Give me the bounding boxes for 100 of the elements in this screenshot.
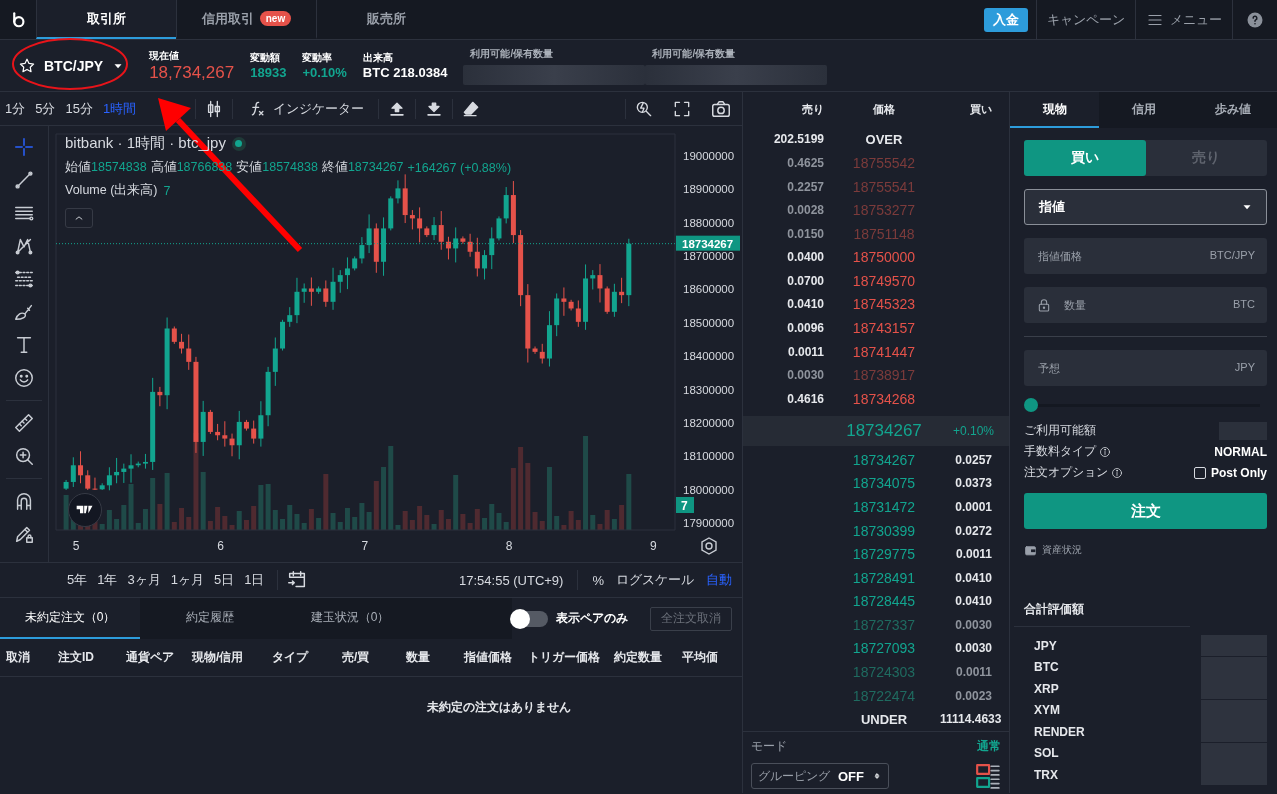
ask-price[interactable]: 18750000 bbox=[828, 249, 940, 266]
stat-label: 出来高 bbox=[362, 51, 394, 65]
scale-option[interactable]: % bbox=[586, 572, 610, 588]
side-toggle[interactable]: 買い bbox=[1024, 140, 1146, 176]
assets-link[interactable]: 資産状況 bbox=[1042, 543, 1082, 557]
orders-tab[interactable]: 建玉状況（0） bbox=[280, 598, 420, 639]
zoom-in-icon[interactable] bbox=[13, 445, 35, 467]
scale-option[interactable]: 自動 bbox=[700, 571, 738, 589]
bid-price[interactable]: 18729775 bbox=[828, 546, 940, 563]
campaign-link[interactable]: キャンペーン bbox=[1036, 0, 1135, 39]
ask-amount: 0.0700 bbox=[786, 273, 825, 288]
trend-line-icon[interactable] bbox=[13, 169, 35, 191]
updown-icon bbox=[872, 771, 882, 781]
column-header: 売/買 bbox=[342, 649, 371, 666]
bid-price[interactable]: 18734267 bbox=[828, 451, 940, 468]
column-header: 買い bbox=[969, 102, 993, 118]
volume-badge: 7 bbox=[676, 497, 694, 513]
stat-value: +0.10% bbox=[302, 65, 347, 80]
mode-label: モード bbox=[751, 738, 787, 755]
range-button[interactable]: 1年 bbox=[92, 571, 123, 589]
price-axis-label: 17900000 bbox=[683, 517, 735, 529]
bid-amount: 0.0257 bbox=[954, 452, 993, 467]
ask-amount: 0.4625 bbox=[786, 156, 825, 170]
ask-total: 202.5199 bbox=[772, 132, 825, 147]
range-button[interactable]: 1ヶ月 bbox=[165, 571, 209, 589]
bid-price[interactable]: 18727093 bbox=[828, 640, 940, 657]
interval-tab[interactable]: 1時間 bbox=[97, 99, 142, 118]
range-button[interactable]: 3ヶ月 bbox=[122, 571, 166, 589]
bid-amount: 0.0030 bbox=[954, 641, 993, 656]
time-axis-label: 8 bbox=[505, 539, 513, 553]
help-icon[interactable] bbox=[1246, 10, 1264, 29]
ask-amount: 0.0028 bbox=[786, 203, 825, 218]
info-icon[interactable] bbox=[1111, 466, 1123, 479]
orders-tab[interactable]: 未約定注文（0） bbox=[0, 598, 140, 639]
interval-tab[interactable]: 15分 bbox=[60, 99, 98, 118]
price-axis-label: 18600000 bbox=[683, 283, 735, 296]
bid-price[interactable]: 18731472 bbox=[828, 499, 940, 516]
smiley-icon[interactable] bbox=[13, 367, 35, 389]
scale-option[interactable]: ログスケール bbox=[610, 571, 700, 589]
pair-selector[interactable]: BTC/JPY bbox=[10, 50, 134, 81]
ask-amount: 0.0030 bbox=[786, 368, 825, 383]
form-tab[interactable]: 歩み値 bbox=[1188, 92, 1277, 128]
order-type-select[interactable]: 指値 bbox=[1024, 189, 1267, 225]
tradingview-logo-icon[interactable] bbox=[68, 493, 102, 527]
checkbox[interactable] bbox=[1194, 466, 1206, 479]
unit-label: BTC/JPY bbox=[1209, 249, 1255, 261]
range-button[interactable]: 5日 bbox=[208, 571, 240, 589]
order-button[interactable]: 注文 bbox=[1024, 493, 1267, 529]
price-axis-label: 18900000 bbox=[683, 183, 735, 196]
checkbox-label[interactable]: Post Only bbox=[1211, 465, 1267, 480]
bid-price[interactable]: 18734075 bbox=[828, 475, 940, 492]
range-button[interactable]: 1日 bbox=[239, 571, 270, 589]
over-label: OVER bbox=[864, 131, 904, 147]
form-tab[interactable]: 信用 bbox=[1099, 92, 1188, 128]
price-axis-label: 18700000 bbox=[683, 250, 735, 263]
bid-price[interactable]: 18728445 bbox=[828, 593, 940, 610]
ohlc-value: 始値18574838 bbox=[65, 159, 147, 176]
deposit-button[interactable]: 入金 bbox=[984, 7, 1028, 32]
layout-icon[interactable] bbox=[975, 763, 1001, 789]
bid-amount: 0.0373 bbox=[954, 476, 993, 491]
asset-name: XRP bbox=[1034, 681, 1059, 696]
bid-price[interactable]: 18728491 bbox=[828, 569, 940, 586]
info-label: 手数料タイプ bbox=[1024, 443, 1096, 460]
bid-price[interactable]: 18730399 bbox=[828, 522, 940, 539]
slider-thumb[interactable] bbox=[1024, 398, 1038, 412]
unit-label: JPY bbox=[1234, 361, 1255, 373]
ask-amount: 0.0096 bbox=[786, 320, 825, 335]
price-axis-label: 18200000 bbox=[683, 416, 735, 429]
column-header: 通貨ペア bbox=[126, 649, 175, 666]
star-icon[interactable] bbox=[18, 56, 36, 75]
stat-value: BTC 218.0384 bbox=[362, 65, 448, 80]
orders-tab[interactable]: 約定履歴 bbox=[140, 598, 280, 639]
fib-lines-icon[interactable] bbox=[13, 268, 35, 290]
price-axis-label: 18300000 bbox=[683, 383, 735, 396]
balance-label: 利用可能/保有数量 bbox=[651, 46, 737, 61]
axis-settings-icon[interactable] bbox=[701, 537, 717, 555]
indicator-button[interactable]: インジケーター bbox=[241, 98, 371, 119]
interval-tab[interactable]: 1分 bbox=[0, 99, 31, 118]
ask-price[interactable]: 18745323 bbox=[828, 296, 940, 313]
ask-price[interactable]: 18741447 bbox=[828, 343, 940, 360]
range-button[interactable]: 5年 bbox=[62, 571, 93, 589]
ruler-icon[interactable] bbox=[13, 412, 35, 434]
crosshair-icon[interactable] bbox=[13, 136, 35, 158]
interval-tab[interactable]: 5分 bbox=[30, 99, 61, 118]
balance-label: 利用可能/保有数量 bbox=[469, 46, 555, 61]
bid-amount: 0.0011 bbox=[954, 547, 993, 562]
toggle-switch[interactable] bbox=[512, 610, 548, 627]
nav-tab[interactable]: 取引所 bbox=[36, 0, 176, 39]
grouping-select[interactable]: グルーピング OFF bbox=[751, 763, 889, 789]
price-axis-label: 18400000 bbox=[683, 350, 735, 363]
volume-value: 7 bbox=[163, 183, 171, 198]
info-icon[interactable] bbox=[1099, 445, 1111, 458]
ask-price[interactable]: 18734268 bbox=[828, 390, 940, 407]
menu-link[interactable]: メニュー bbox=[1170, 10, 1222, 29]
asset-name: RENDER bbox=[1034, 724, 1085, 739]
mode-value[interactable]: 通常 bbox=[977, 738, 1001, 755]
ask-price[interactable]: 18743157 bbox=[828, 319, 940, 336]
column-header: 現物/信用 bbox=[192, 649, 245, 666]
asset-name: SOL bbox=[1034, 746, 1059, 761]
ask-price[interactable]: 18749570 bbox=[828, 272, 940, 289]
